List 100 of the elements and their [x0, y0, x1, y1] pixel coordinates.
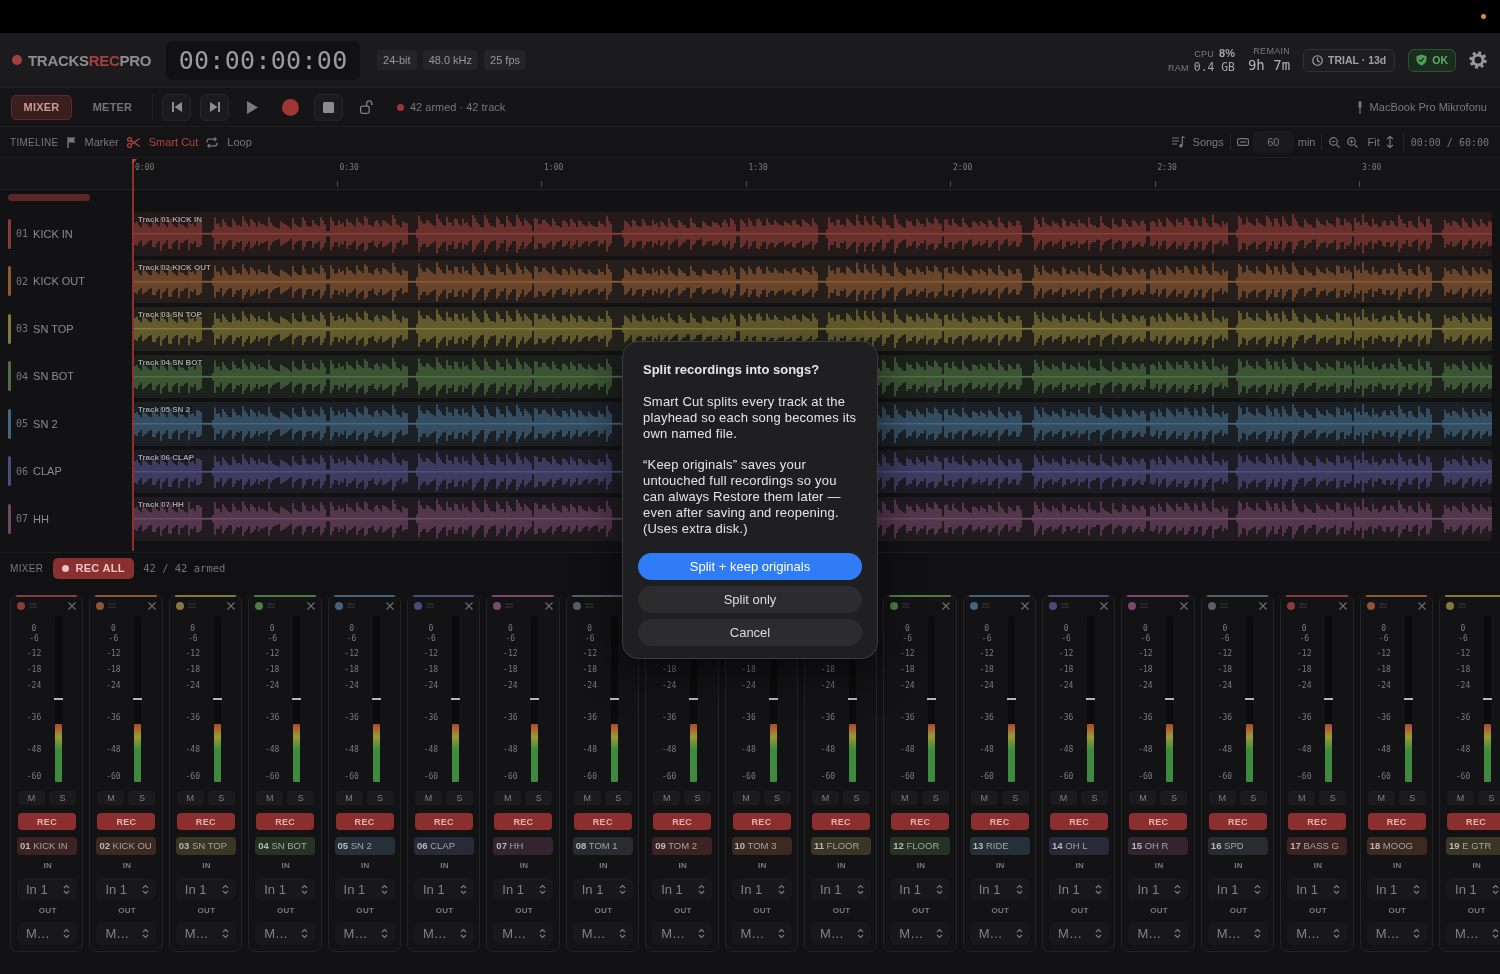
output-select[interactable]: M…: [572, 922, 633, 945]
close-icon[interactable]: [1100, 601, 1109, 610]
input-select[interactable]: In 1: [1287, 878, 1348, 900]
input-select[interactable]: In 1: [890, 878, 951, 900]
output-select[interactable]: M…: [413, 922, 474, 945]
close-icon[interactable]: [68, 601, 77, 610]
output-select[interactable]: M…: [334, 922, 395, 945]
fader-handle[interactable]: [1006, 698, 1016, 700]
fader-handle[interactable]: [1324, 698, 1334, 700]
mute-button[interactable]: M: [653, 791, 681, 805]
tool-button[interactable]: Marker: [66, 136, 119, 148]
solo-button[interactable]: S: [842, 791, 870, 805]
mute-button[interactable]: M: [891, 791, 919, 805]
output-select[interactable]: M…: [1207, 922, 1268, 945]
close-icon[interactable]: [147, 601, 156, 610]
solo-button[interactable]: S: [1239, 791, 1267, 805]
output-select[interactable]: M…: [731, 922, 792, 945]
record-arm-button[interactable]: REC: [732, 813, 791, 830]
mute-button[interactable]: M: [970, 791, 998, 805]
fader-handle[interactable]: [212, 698, 222, 700]
output-select[interactable]: M…: [652, 922, 713, 945]
rec-all-button[interactable]: REC ALL: [53, 557, 135, 579]
tool-button[interactable]: Loop: [206, 136, 252, 148]
solo-button[interactable]: S: [366, 791, 394, 805]
solo-button[interactable]: S: [1160, 791, 1188, 805]
output-select[interactable]: M…: [96, 922, 157, 945]
fader-handle[interactable]: [1165, 698, 1175, 700]
view-tab[interactable]: MIXER: [11, 94, 72, 120]
output-select[interactable]: M…: [969, 922, 1030, 945]
solo-button[interactable]: S: [287, 791, 315, 805]
output-select[interactable]: M…: [493, 922, 554, 945]
mute-button[interactable]: M: [176, 791, 204, 805]
fader-handle[interactable]: [1244, 698, 1254, 700]
skip-back-button[interactable]: [162, 93, 191, 121]
input-select[interactable]: In 1: [731, 878, 792, 900]
close-icon[interactable]: [306, 601, 315, 610]
record-arm-button[interactable]: REC: [1447, 813, 1500, 830]
input-select[interactable]: In 1: [413, 878, 474, 900]
close-icon[interactable]: [227, 601, 236, 610]
view-tab[interactable]: METER: [82, 94, 143, 120]
close-icon[interactable]: [1179, 601, 1188, 610]
input-select[interactable]: In 1: [969, 878, 1030, 900]
fader-handle[interactable]: [530, 698, 540, 700]
mute-button[interactable]: M: [1208, 791, 1236, 805]
mute-button[interactable]: M: [97, 791, 125, 805]
mute-button[interactable]: M: [732, 791, 760, 805]
fader-handle[interactable]: [1086, 698, 1096, 700]
close-icon[interactable]: [465, 601, 474, 610]
solo-button[interactable]: S: [128, 791, 156, 805]
mute-button[interactable]: M: [811, 791, 839, 805]
record-arm-button[interactable]: REC: [97, 813, 156, 830]
input-select[interactable]: In 1: [1128, 878, 1189, 900]
fit-button[interactable]: Fit: [1367, 136, 1380, 148]
mute-button[interactable]: M: [1129, 791, 1157, 805]
mute-button[interactable]: M: [494, 791, 522, 805]
record-arm-button[interactable]: REC: [811, 813, 870, 830]
input-select[interactable]: In 1: [1207, 878, 1268, 900]
secondary-button[interactable]: Cancel: [638, 619, 862, 646]
record-arm-button[interactable]: REC: [1208, 813, 1267, 830]
record-arm-button[interactable]: REC: [1288, 813, 1347, 830]
record-arm-button[interactable]: REC: [18, 813, 76, 830]
mute-button[interactable]: M: [573, 791, 601, 805]
mute-button[interactable]: M: [18, 791, 45, 805]
fader-handle[interactable]: [609, 698, 619, 700]
mute-button[interactable]: M: [256, 791, 284, 805]
close-icon[interactable]: [1021, 601, 1030, 610]
output-select[interactable]: M…: [1366, 922, 1427, 945]
output-select[interactable]: M…: [1287, 922, 1348, 945]
input-select[interactable]: In 1: [96, 878, 157, 900]
solo-button[interactable]: S: [1319, 791, 1347, 805]
solo-button[interactable]: S: [763, 791, 791, 805]
songs-button[interactable]: Songs: [1171, 136, 1224, 148]
close-icon[interactable]: [1259, 601, 1268, 610]
record-arm-button[interactable]: REC: [573, 813, 632, 830]
solo-button[interactable]: S: [604, 791, 632, 805]
health-button[interactable]: OK: [1408, 48, 1456, 72]
settings-icon[interactable]: [1469, 51, 1487, 69]
solo-button[interactable]: S: [684, 791, 712, 805]
input-select[interactable]: In 1: [652, 878, 713, 900]
close-icon[interactable]: [941, 601, 950, 610]
solo-button[interactable]: S: [1081, 791, 1109, 805]
close-icon[interactable]: [1418, 601, 1427, 610]
record-arm-button[interactable]: REC: [256, 813, 315, 830]
fader-handle[interactable]: [450, 698, 460, 700]
trial-button[interactable]: TRIAL · 13d: [1303, 48, 1396, 72]
input-select[interactable]: In 1: [1446, 878, 1500, 900]
mute-button[interactable]: M: [414, 791, 442, 805]
solo-button[interactable]: S: [207, 791, 235, 805]
fader-handle[interactable]: [54, 698, 63, 700]
input-select[interactable]: In 1: [17, 878, 77, 900]
record-arm-button[interactable]: REC: [335, 813, 394, 830]
record-arm-button[interactable]: REC: [176, 813, 235, 830]
input-select[interactable]: In 1: [572, 878, 633, 900]
mute-button[interactable]: M: [335, 791, 363, 805]
zoom-in-button[interactable]: [1346, 134, 1360, 150]
close-icon[interactable]: [1338, 601, 1347, 610]
zoom-out-button[interactable]: [1328, 134, 1342, 150]
input-select[interactable]: In 1: [810, 878, 871, 900]
length-field[interactable]: 60: [1252, 131, 1294, 153]
record-arm-button[interactable]: REC: [1129, 813, 1188, 830]
